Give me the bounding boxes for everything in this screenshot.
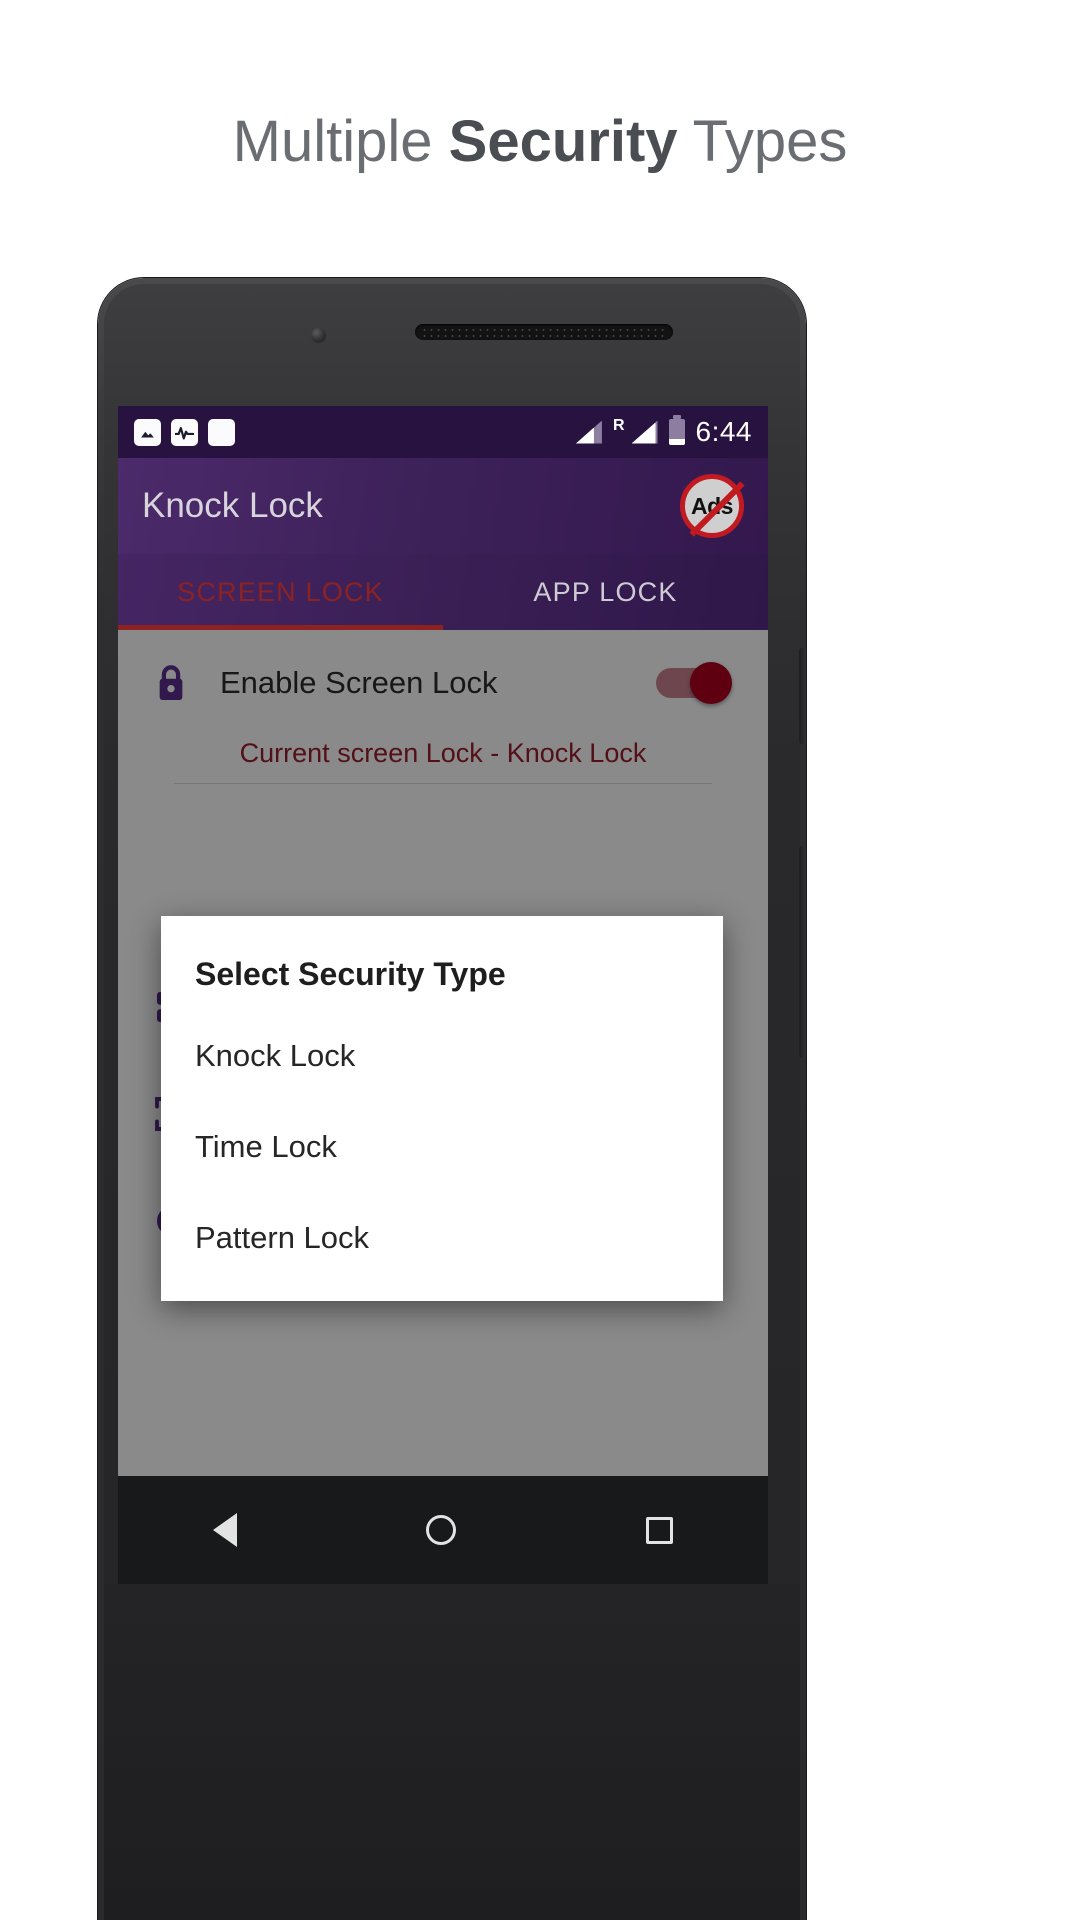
phone-screen: R 6:44 Knock Lock Ads SCREEN LOCK APP LO…: [118, 406, 768, 1476]
headline-part-3: Types: [677, 109, 848, 174]
signal-bars-icon: [575, 420, 602, 444]
page-title: Multiple Security Types: [0, 108, 1080, 175]
phone-chin: [104, 1584, 800, 1920]
signal-bars-secondary-icon: [631, 420, 658, 444]
list-item-enable-screen-lock[interactable]: Enable Screen Lock: [118, 630, 768, 736]
dialog-option-knock-lock[interactable]: Knock Lock: [161, 1023, 723, 1089]
headline-part-1: Multiple: [232, 109, 449, 174]
headline-part-2: Security: [448, 109, 678, 174]
status-system-icons: R 6:44: [575, 415, 752, 448]
no-ads-icon[interactable]: Ads: [680, 474, 745, 538]
power-button[interactable]: [799, 648, 806, 744]
tab-screen-lock[interactable]: SCREEN LOCK: [118, 554, 443, 630]
enable-screen-lock-toggle[interactable]: [656, 662, 732, 704]
roaming-indicator: R: [612, 417, 625, 434]
earpiece-speaker: [415, 324, 673, 340]
back-triangle-icon[interactable]: [212, 1513, 237, 1547]
image-icon: [134, 418, 161, 446]
tab-app-lock[interactable]: APP LOCK: [443, 554, 768, 630]
status-notification-icons: [134, 418, 235, 446]
home-circle-icon[interactable]: [426, 1515, 457, 1545]
current-lock-note: Current screen Lock - Knock Lock: [239, 738, 647, 768]
status-clock: 6:44: [695, 416, 752, 447]
list-item-label: Enable Screen Lock: [220, 665, 498, 700]
activity-icon: [171, 418, 198, 446]
phone-mockup: R 6:44 Knock Lock Ads SCREEN LOCK APP LO…: [98, 278, 806, 1920]
tab-bar: SCREEN LOCK APP LOCK: [118, 554, 768, 630]
volume-button[interactable]: [799, 846, 806, 1058]
screenshot-stage: Multiple Security Types R 6:44 Knock Loc…: [0, 0, 1080, 1920]
lock-icon: [154, 663, 212, 703]
blank-notification-icon: [208, 418, 235, 446]
dialog-option-time-lock[interactable]: Time Lock: [161, 1114, 723, 1180]
app-title: Knock Lock: [142, 486, 323, 525]
front-camera: [311, 328, 326, 343]
app-toolbar: Knock Lock Ads: [118, 458, 768, 554]
select-security-type-dialog: Select Security Type Knock Lock Time Loc…: [161, 916, 723, 1301]
status-bar: R 6:44: [118, 406, 768, 458]
recents-square-icon[interactable]: [646, 1516, 674, 1544]
dialog-option-pattern-lock[interactable]: Pattern Lock: [161, 1205, 723, 1271]
battery-icon: [668, 415, 685, 445]
android-navigation-bar: [118, 1476, 768, 1584]
dialog-title: Select Security Type: [195, 956, 506, 992]
